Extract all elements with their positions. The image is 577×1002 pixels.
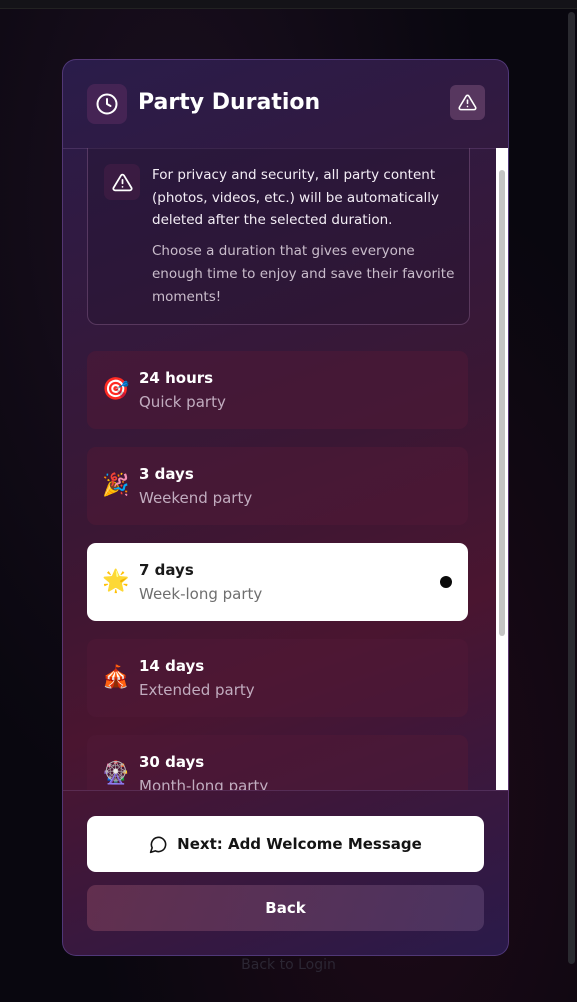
warning-icon xyxy=(104,164,140,200)
option-subtitle: Month-long party xyxy=(139,777,269,790)
option-subtitle: Week-long party xyxy=(139,585,263,603)
warning-button[interactable] xyxy=(450,85,485,120)
duration-scroll-area[interactable]: For privacy and security, all party cont… xyxy=(63,148,508,790)
duration-option-3-days[interactable]: 🎉 3 days Weekend party xyxy=(87,447,468,525)
back-button[interactable]: Back xyxy=(87,885,484,931)
duration-option-24-hours[interactable]: 🎯 24 hours Quick party xyxy=(87,351,468,429)
message-circle-icon xyxy=(149,836,167,853)
privacy-info-box: For privacy and security, all party cont… xyxy=(87,148,470,325)
clock-icon xyxy=(87,84,127,124)
party-popper-emoji-icon: 🎉 xyxy=(102,473,130,498)
warning-icon xyxy=(458,94,477,111)
dart-emoji-icon: 🎯 xyxy=(102,377,130,402)
back-button-label: Back xyxy=(265,899,306,917)
duration-advice-text: Choose a duration that gives everyone en… xyxy=(152,243,455,305)
next-button-label: Next: Add Welcome Message xyxy=(177,835,422,853)
option-title: 30 days xyxy=(139,753,205,771)
modal-header: Party Duration xyxy=(63,60,508,149)
modal-title: Party Duration xyxy=(138,90,321,115)
next-add-welcome-message-button[interactable]: Next: Add Welcome Message xyxy=(87,816,484,872)
modal-footer: Next: Add Welcome Message Back xyxy=(63,790,508,955)
option-title: 7 days xyxy=(139,561,194,579)
scrollbar-thumb[interactable] xyxy=(499,170,505,636)
circus-tent-emoji-icon: 🎪 xyxy=(102,665,130,690)
selected-indicator-dot xyxy=(440,576,452,588)
privacy-info-text: For privacy and security, all party cont… xyxy=(152,167,439,228)
duration-option-14-days[interactable]: 🎪 14 days Extended party xyxy=(87,639,468,717)
duration-option-30-days[interactable]: 🎡 30 days Month-long party xyxy=(87,735,468,790)
page-scrollbar[interactable] xyxy=(568,12,575,964)
option-title: 14 days xyxy=(139,657,205,675)
duration-option-7-days[interactable]: 🌟 7 days Week-long party xyxy=(87,543,468,621)
option-title: 24 hours xyxy=(139,369,214,387)
ferris-wheel-emoji-icon: 🎡 xyxy=(102,761,130,786)
option-subtitle: Extended party xyxy=(139,681,255,699)
star-emoji-icon: 🌟 xyxy=(102,569,130,594)
background-back-link: Back to Login xyxy=(241,957,336,973)
option-subtitle: Quick party xyxy=(139,393,226,411)
browser-top-bar xyxy=(0,0,577,9)
option-title: 3 days xyxy=(139,465,194,483)
option-subtitle: Weekend party xyxy=(139,489,253,507)
party-duration-modal: Party Duration For privacy and security,… xyxy=(62,59,509,956)
